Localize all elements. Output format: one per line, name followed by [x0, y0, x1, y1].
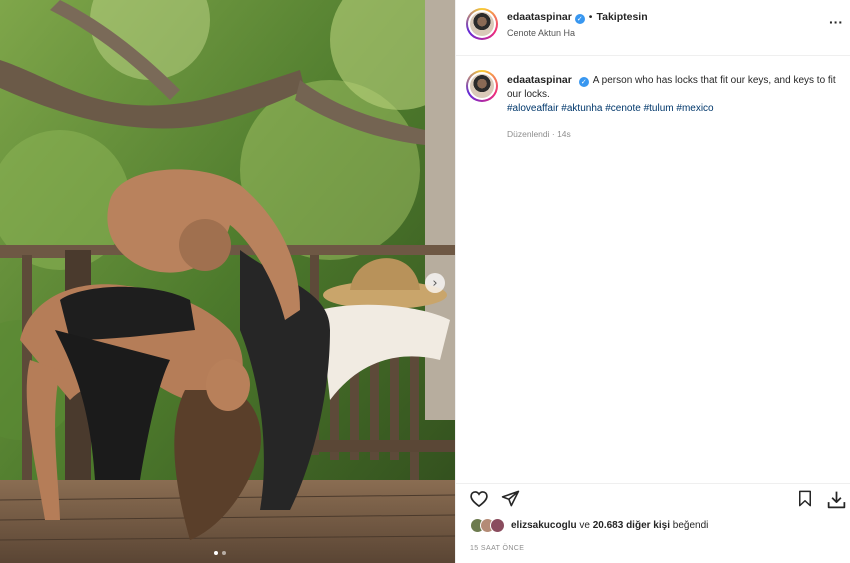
liker-avatars — [470, 518, 505, 533]
likes-count-link[interactable]: 20.683 diğer kişi — [593, 520, 670, 531]
follow-status-button[interactable]: Takiptesin — [596, 11, 647, 23]
likes-suffix: beğendi — [672, 520, 709, 531]
carousel-dots — [214, 551, 226, 555]
heart-icon[interactable] — [469, 489, 489, 509]
post-header: edaataspinar ✓ • Takiptesin Cenote Aktun Ha… — [456, 0, 850, 56]
likes-summary: elizsakucoglu ve 20.683 diğer kişi beğen… — [470, 518, 708, 533]
avatar — [490, 518, 505, 533]
carousel-dot-active — [214, 551, 218, 555]
username-link[interactable]: edaataspinar — [507, 11, 572, 23]
likes-connector: ve — [579, 520, 590, 531]
carousel-dot — [222, 551, 226, 555]
verified-badge-icon: ✓ — [578, 77, 589, 87]
more-horizontal-icon[interactable]: ··· — [829, 14, 843, 30]
caption-username[interactable]: edaataspinar — [507, 74, 572, 86]
carousel-next-icon[interactable]: › — [425, 273, 445, 293]
post-photo[interactable]: › — [0, 0, 455, 563]
separator-dot: • — [588, 11, 593, 23]
download-icon[interactable] — [826, 489, 847, 510]
caption: edaataspinar ✓ A person who has locks that… — [507, 73, 842, 116]
post-timestamp: 15 SAAT ÖNCE — [470, 545, 525, 552]
edited-timestamp: Düzenlendi · 14s — [507, 129, 571, 139]
header-user-line: edaataspinar ✓ • Takiptesin — [507, 11, 648, 24]
share-icon[interactable] — [501, 489, 520, 508]
liker-username[interactable]: elizsakucoglu — [511, 520, 577, 531]
caption-avatar[interactable] — [466, 70, 498, 102]
photo-illustration — [0, 0, 455, 563]
location-link[interactable]: Cenote Aktun Ha — [507, 28, 575, 38]
bookmark-icon[interactable] — [796, 489, 814, 508]
caption-hashtags[interactable]: #aloveaffair #aktunha #cenote #tulum #me… — [507, 103, 714, 114]
avatar[interactable] — [466, 8, 498, 40]
action-bar — [456, 483, 850, 511]
verified-badge-icon: ✓ — [574, 14, 585, 24]
post-panel: edaataspinar ✓ • Takiptesin Cenote Aktun Ha… — [455, 0, 850, 563]
